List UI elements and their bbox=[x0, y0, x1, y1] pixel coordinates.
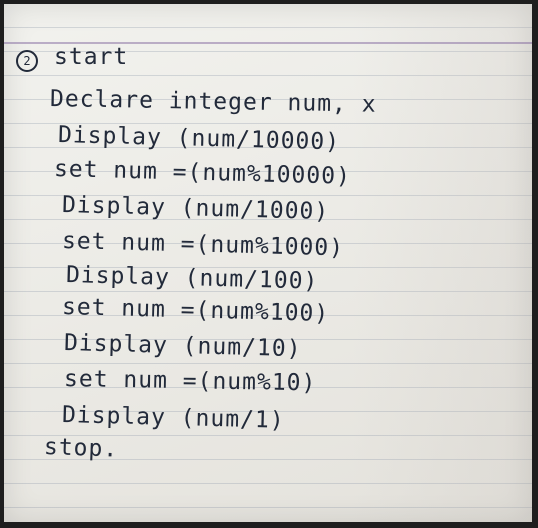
line-start: start bbox=[54, 44, 129, 70]
step-number-circle: 2 bbox=[16, 50, 38, 72]
line-display-1000: Display (num/1000) bbox=[61, 192, 330, 225]
line-set-10000: set num =(num%10000) bbox=[53, 156, 352, 190]
line-display-100: Display (num/100) bbox=[65, 262, 319, 295]
line-set-1000: set num =(num%1000) bbox=[61, 228, 345, 262]
line-display-1: Display (num/1) bbox=[61, 402, 285, 434]
photo-frame: 2 start Declare integer num, x Display (… bbox=[0, 0, 538, 528]
line-display-10: Display (num/10) bbox=[63, 330, 302, 363]
line-declare: Declare integer num, x bbox=[49, 86, 377, 118]
line-display-10000: Display (num/10000) bbox=[57, 122, 341, 156]
line-set-10: set num =(num%10) bbox=[63, 366, 317, 397]
page-shadow bbox=[352, 4, 532, 522]
line-set-100: set num =(num%100) bbox=[61, 294, 330, 327]
notebook-page: 2 start Declare integer num, x Display (… bbox=[4, 4, 532, 522]
line-stop: stop. bbox=[43, 434, 119, 463]
